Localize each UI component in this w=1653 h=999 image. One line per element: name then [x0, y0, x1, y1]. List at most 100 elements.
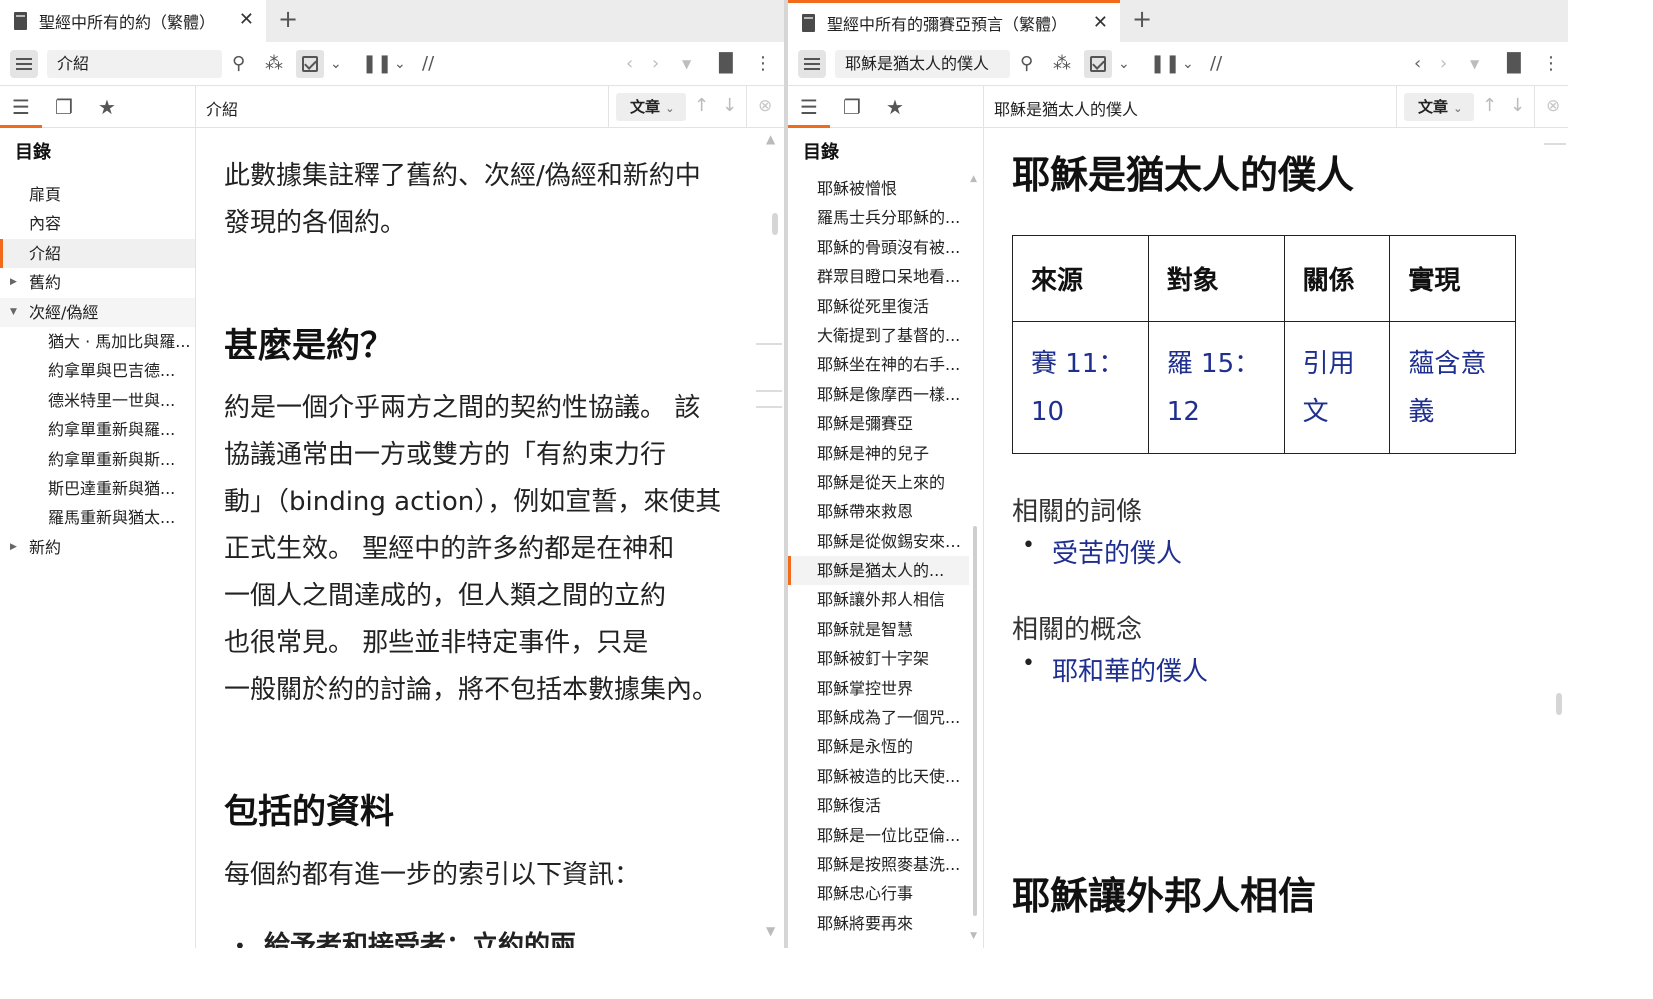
check-toggle-button[interactable] [1084, 50, 1112, 78]
more-options-icon[interactable]: ⋮ [1542, 52, 1560, 76]
toc-item[interactable]: 耶穌的骨頭沒有被... [788, 233, 969, 262]
parallel-resources-icon[interactable]: ⁂ [1053, 52, 1071, 76]
next-arrow-icon[interactable]: ↓ [722, 95, 737, 116]
toc-item[interactable]: 耶穌被憎恨 [788, 174, 969, 203]
toc-item[interactable]: 耶穌從死里復活 [788, 292, 969, 321]
panel-layout-icon[interactable]: ▐▌ [1500, 52, 1528, 76]
toc-item[interactable]: 耶穌掌控世界 [788, 674, 969, 703]
new-tab-button[interactable]: + [1132, 5, 1152, 33]
toc-item[interactable]: 大衛提到了基督的... [788, 321, 969, 350]
favorites-star-icon[interactable]: ★ [874, 86, 916, 128]
parallel-slash-icon[interactable]: // [1210, 52, 1222, 76]
toc-item[interactable]: ▶ 新約 [0, 533, 195, 562]
caret-right-icon[interactable]: ▶ [10, 533, 17, 562]
parallel-resources-icon[interactable]: ⁂ [265, 52, 283, 76]
toc-item[interactable]: 斯巴達重新與猶... [0, 474, 195, 503]
toc-item[interactable]: 猶大 · 馬加比與羅... [0, 327, 195, 356]
toc-item[interactable]: 耶穌就是智慧 [788, 615, 969, 644]
toc-item[interactable]: 耶穌坐在神的右手... [788, 350, 969, 379]
toc-item[interactable]: 內容 [0, 209, 195, 238]
columns-icon[interactable]: ❚❚ [362, 52, 392, 76]
toc-item-selected[interactable]: 介紹 [0, 238, 195, 269]
toc-item[interactable]: ▶ 舊約 [0, 268, 195, 297]
toc-item[interactable]: 羅馬重新與猶太... [0, 503, 195, 532]
new-tab-button[interactable]: + [278, 5, 298, 33]
history-dropdown-icon[interactable]: ▼ [1470, 52, 1479, 76]
check-toggle-button[interactable] [296, 50, 324, 78]
previous-arrow-icon[interactable]: ↑ [1482, 95, 1497, 116]
toc-item[interactable]: 耶穌被造的比天使... [788, 762, 969, 791]
panel-layout-icon[interactable]: ▐▌ [712, 52, 740, 76]
document-tab[interactable]: 聖經中所有的約（繁體） ✕ [0, 0, 266, 42]
view-mode-select[interactable]: 文章 ⌄ [616, 93, 686, 121]
document-tab-active[interactable]: 聖經中所有的彌賽亞預言（繁體） ✕ [788, 0, 1120, 42]
reference-input[interactable]: 耶穌是猶太人的僕人 [835, 50, 1010, 78]
target-link[interactable]: 羅 15：12 [1147, 321, 1285, 454]
toc-item[interactable]: 扉頁 [0, 180, 195, 209]
favorites-star-icon[interactable]: ★ [86, 86, 128, 128]
back-icon[interactable]: ‹ [626, 52, 633, 76]
toc-item[interactable]: 耶穌是永恆的 [788, 732, 969, 761]
toc-item[interactable]: 耶穌成為了一個咒... [788, 703, 969, 732]
relationship-link[interactable]: 引用文 [1283, 321, 1391, 454]
search-icon[interactable]: ⚲ [1020, 52, 1033, 76]
toc-item[interactable]: 耶穌是像摩西一樣... [788, 380, 969, 409]
toc-item[interactable]: 耶穌被釘十字架 [788, 644, 969, 673]
toc-tab-icon[interactable]: ☰ [0, 86, 42, 128]
toc-item[interactable]: 耶穌讓外邦人相信 [788, 585, 969, 614]
close-circle-icon[interactable]: ⊗ [758, 96, 772, 116]
toc-item[interactable]: 約拿單與巴吉德... [0, 356, 195, 385]
toc-item-selected[interactable]: 耶穌是猶太人的... [788, 556, 969, 586]
chevron-down-icon[interactable]: ⌄ [394, 52, 406, 76]
toc-item[interactable]: ▼ 次經/偽經 [0, 297, 195, 327]
related-term-link[interactable]: 受苦的僕人 [1022, 533, 1182, 570]
toc-tab-icon[interactable]: ☰ [788, 86, 830, 128]
chevron-down-icon[interactable]: ⌄ [330, 52, 342, 76]
history-dropdown-icon[interactable]: ▼ [682, 52, 691, 76]
scrollbar-thumb[interactable] [1556, 693, 1562, 715]
close-tab-icon[interactable]: ✕ [1093, 12, 1108, 33]
toc-item[interactable]: 耶穌是從天上來的 [788, 468, 969, 497]
toc-item[interactable]: 耶穌是按照麥基洗... [788, 850, 969, 879]
toc-item[interactable]: 約拿單重新與斯... [0, 445, 195, 474]
columns-icon[interactable]: ❚❚ [1150, 52, 1180, 76]
toc-item[interactable]: 約拿單重新與羅... [0, 415, 195, 444]
copies-tab-icon[interactable]: ❐ [831, 86, 873, 128]
toc-item[interactable]: 耶穌帶來救恩 [788, 497, 969, 526]
scrollbar-thumb[interactable] [772, 213, 778, 235]
back-icon[interactable]: ‹ [1414, 52, 1421, 76]
forward-icon[interactable]: › [652, 52, 659, 76]
toc-item[interactable]: 耶穌復活 [788, 791, 969, 820]
toc-item[interactable]: 耶穌是彌賽亞 [788, 409, 969, 438]
menu-button[interactable] [10, 50, 38, 78]
toc-item[interactable]: 德米特里一世與... [0, 386, 195, 415]
close-tab-icon[interactable]: ✕ [239, 9, 254, 30]
related-concept-link[interactable]: 耶和華的僕人 [1022, 651, 1208, 688]
forward-icon[interactable]: › [1440, 52, 1447, 76]
close-circle-icon[interactable]: ⊗ [1546, 96, 1560, 116]
toc-item[interactable]: 群眾目瞪口呆地看... [788, 262, 969, 291]
caret-right-icon[interactable]: ▶ [10, 268, 17, 297]
view-mode-select[interactable]: 文章 ⌄ [1404, 93, 1474, 121]
caret-down-icon[interactable]: ▼ [10, 298, 17, 327]
toc-item[interactable]: 耶穌是一位比亞倫... [788, 821, 969, 850]
previous-arrow-icon[interactable]: ↑ [694, 95, 709, 116]
menu-button[interactable] [798, 50, 826, 78]
fulfillment-link[interactable]: 蘊含意義 [1389, 321, 1516, 454]
chevron-down-icon[interactable]: ⌄ [1182, 52, 1194, 76]
toc-item[interactable]: 耶穌將要再來 [788, 909, 969, 938]
parallel-slash-icon[interactable]: // [422, 52, 434, 76]
sidebar-scrollbar-thumb[interactable] [973, 526, 977, 916]
more-options-icon[interactable]: ⋮ [754, 52, 772, 76]
next-arrow-icon[interactable]: ↓ [1510, 95, 1525, 116]
source-link[interactable]: 賽 11：10 [1012, 321, 1149, 454]
scroll-down-icon[interactable]: ▼ [766, 924, 775, 938]
search-icon[interactable]: ⚲ [232, 52, 245, 76]
toc-item[interactable]: 耶穌是神的兒子 [788, 439, 969, 468]
scroll-up-icon[interactable]: ▲ [970, 174, 977, 184]
copies-tab-icon[interactable]: ❐ [43, 86, 85, 128]
scroll-up-icon[interactable]: ▲ [766, 132, 775, 146]
toc-item[interactable]: 羅馬士兵分耶穌的... [788, 203, 969, 232]
reference-input[interactable]: 介紹 [47, 50, 222, 78]
chevron-down-icon[interactable]: ⌄ [1118, 52, 1130, 76]
